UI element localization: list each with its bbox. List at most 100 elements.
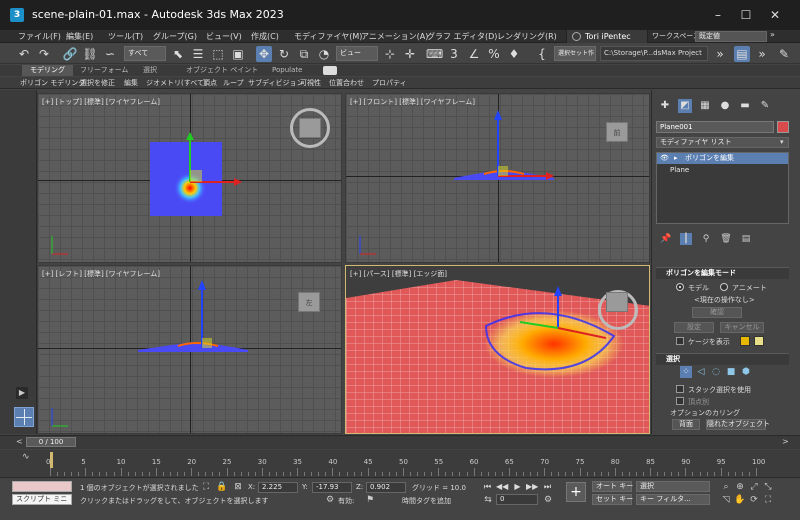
key-mode-icon[interactable]: ⇆ [482,494,494,506]
backface-button[interactable]: 背面 [672,419,700,430]
key-filters-button[interactable]: キー フィルタ... [636,494,710,505]
select-manipulate-icon[interactable]: ✛ [402,46,418,62]
ribbon-polygon-modeling[interactable]: ポリゴン モデリング [20,77,85,89]
viewport-label-perspective[interactable]: [+] [パース] [標準] [エッジ面] [350,269,447,279]
save-file-icon[interactable]: ▤ [734,46,750,62]
time-prev-icon[interactable]: < [16,437,23,446]
hierarchy-tab-icon[interactable]: ▦ [698,99,712,113]
show-cage-checkbox[interactable] [676,337,684,345]
element-subobject-icon[interactable]: ⬢ [740,366,752,378]
tab-selection[interactable]: 選択 [135,65,165,76]
edit-named-sets-icon[interactable]: { [534,46,550,62]
set-key-button[interactable]: + [566,482,586,502]
chevron-down-icon[interactable]: ▾ [780,138,784,146]
link-icon[interactable]: 🔗 [62,46,78,62]
time-tag-icon[interactable]: ⚑ [364,494,376,506]
play-icon[interactable]: ▶ [512,481,523,492]
motion-tab-icon[interactable]: ● [718,99,732,113]
ribbon-modify-selection[interactable]: 選択を修正 [80,77,115,89]
reference-coord-select[interactable]: ビュー [336,46,378,61]
y-coordinate-field[interactable]: -17.93 [312,482,352,493]
menu-create[interactable]: 作成(C) [251,30,279,43]
toolbar-more-icon[interactable]: » [754,46,770,62]
time-next-icon[interactable]: > [782,437,789,446]
edge-subobject-icon[interactable]: ◁ [695,366,707,378]
settings-button[interactable]: 設定 [674,322,714,333]
ribbon-properties[interactable]: プロパティ [372,77,407,89]
maximize-icon[interactable]: ☐ [736,6,756,24]
cage-color-swatch-2[interactable] [754,336,764,346]
adaptive-degradation-icon[interactable]: ⚙ [324,494,336,506]
viewport-left[interactable]: 左 [+] [レフト] [標準] [ワイヤフレーム] [37,265,342,434]
viewport-perspective[interactable]: [+] [パース] [標準] [エッジ面] [345,265,650,434]
ribbon-geometry-all[interactable]: ジオメトリ(すべて) [146,77,207,89]
vertex-subobject-icon[interactable]: ⁘ [680,366,692,378]
lock-selection-icon[interactable]: 🔒 [216,481,228,493]
select-move-icon[interactable]: ✥ [256,46,272,62]
ribbon-subdivision[interactable]: サブディビジョン [248,77,304,89]
auto-key-button[interactable]: オート キー [592,481,633,492]
expand-arrow-icon[interactable]: ▸ [674,154,678,162]
viewcube-icon[interactable] [299,118,321,138]
viewcube-front-icon[interactable]: 前 [606,122,628,142]
pan-icon[interactable]: ✋ [734,494,746,506]
menu-rendering[interactable]: レンダリング(R) [497,30,557,43]
create-tab-icon[interactable]: ✚ [658,99,672,113]
display-tab-icon[interactable]: ▬ [738,99,752,113]
selection-filter-select[interactable]: すべて [124,46,166,61]
snap-toggle-icon[interactable]: 3 [446,46,462,62]
set-key-mode-button[interactable]: セット キー [592,494,633,505]
cage-color-swatch-1[interactable] [740,336,750,346]
maxscript-mini-listener[interactable]: スクリプト ミニ リス [12,494,72,505]
tab-object-paint[interactable]: オブジェクト ペイント [178,65,266,76]
percent-snap-icon[interactable]: % [486,46,502,62]
curve-editor-icon[interactable]: ∿ [22,452,30,462]
selection-set-select[interactable]: 選択セット作 [554,46,596,61]
tab-freeform[interactable]: フリーフォーム [72,65,136,76]
configure-modifier-sets-icon[interactable]: ▤ [740,233,752,245]
polygon-subobject-icon[interactable]: ■ [725,366,737,378]
close-icon[interactable]: ✕ [765,6,785,24]
field-of-view-icon[interactable]: ◹ [720,494,732,506]
object-color-swatch[interactable] [777,121,789,133]
workspace-select[interactable]: 既定値 [695,31,767,42]
ribbon-toggle-icon[interactable] [323,66,337,75]
radio-model[interactable] [676,283,684,291]
maximize-viewport-icon[interactable]: ⛶ [762,494,774,506]
make-unique-icon[interactable]: ⚲ [700,233,712,245]
modifier-list-select[interactable]: モディファイヤ リスト [656,137,789,148]
key-selection-select[interactable]: 選択 [636,481,710,492]
show-end-result-icon[interactable]: ┃ [680,233,692,245]
undo-icon[interactable]: ↶ [16,46,32,62]
select-object-icon[interactable]: ⬉ [170,46,186,62]
ribbon-edit[interactable]: 編集 [124,77,138,89]
viewcube-perspective-icon[interactable] [606,292,628,312]
time-slider-thumb[interactable]: 0 / 100 [26,437,76,447]
next-frame-icon[interactable]: ▶▶ [526,481,538,492]
ribbon-loops[interactable]: ループ [223,77,244,89]
viewport-label-top[interactable]: [+] [トップ] [標準] [ワイヤフレーム] [42,97,160,107]
ribbon-align[interactable]: 位置合わせ [329,77,364,89]
menu-edit[interactable]: 編集(E) [66,30,93,43]
redo-icon[interactable]: ↷ [36,46,52,62]
commit-button[interactable]: 確認 [692,307,742,318]
orbit-icon[interactable]: ⟳ [748,494,760,506]
minimize-icon[interactable]: – [708,6,728,24]
window-crossing-icon[interactable]: ▣ [230,46,246,62]
rollout-edit-poly-mode[interactable]: ポリゴンを編集モード [656,267,789,279]
z-coordinate-field[interactable]: 0.902 [366,482,406,493]
project-path[interactable]: C:\Storage\P...dsMax Project [600,46,708,61]
select-scale-icon[interactable]: ⧉ [296,46,312,62]
remove-modifier-icon[interactable]: 🗑 [720,233,732,245]
eye-icon[interactable]: 👁 [660,154,669,162]
viewcube-left-icon[interactable]: 左 [298,292,320,312]
viewport-label-front[interactable]: [+] [フロント] [標準] [ワイヤフレーム] [350,97,475,107]
viewport-layout-icon[interactable] [14,407,34,427]
by-vertex-checkbox[interactable] [676,397,684,405]
maxscript-listener[interactable] [12,481,72,492]
utilities-tab-icon[interactable]: ✎ [758,99,772,113]
ribbon-visibility[interactable]: 可視性 [300,77,321,89]
menu-modifiers[interactable]: モディファイヤ(M) [294,30,362,43]
absolute-mode-icon[interactable]: ⊠ [232,481,244,493]
select-rotate-icon[interactable]: ↻ [276,46,292,62]
